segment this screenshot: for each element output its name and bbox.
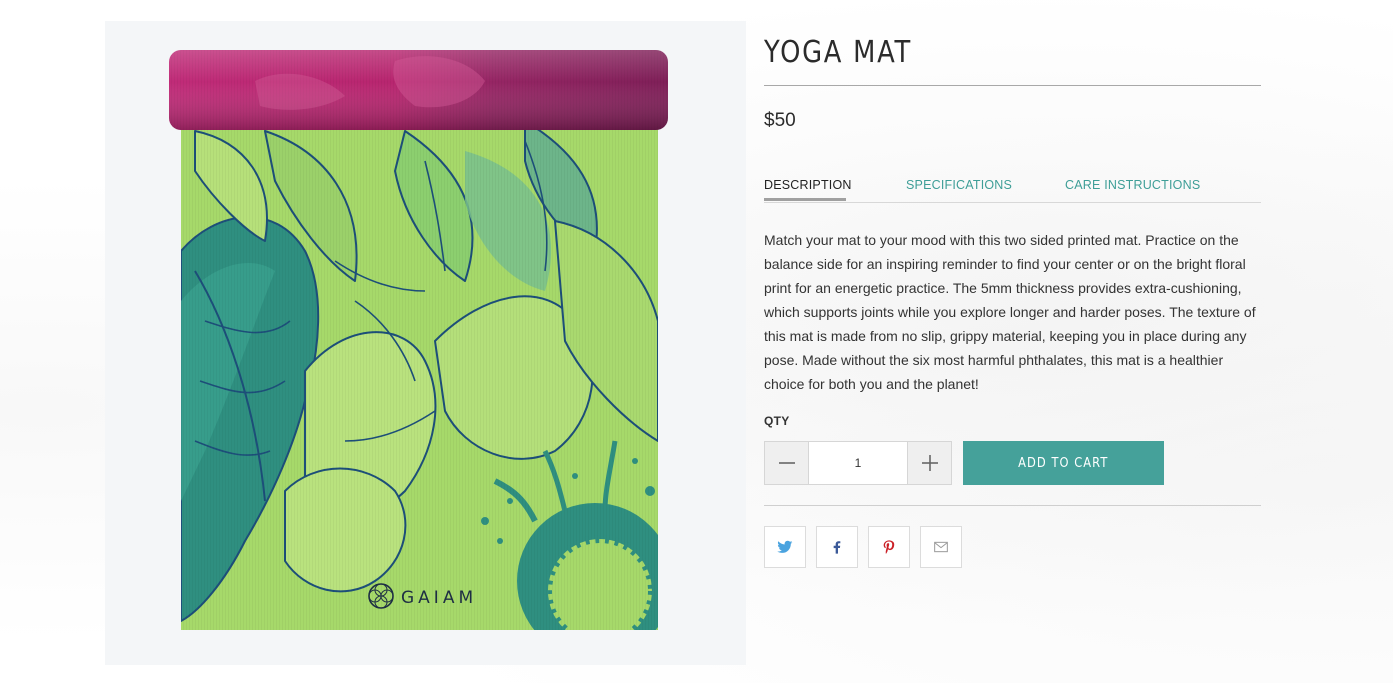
share-email-button[interactable] [920,526,962,568]
email-icon [934,541,948,553]
facebook-icon [833,541,841,554]
quantity-input[interactable] [808,442,908,484]
product-title: YOGA MAT [764,35,912,70]
product-info: YOGA MAT $50 DESCRIPTION SPECIFICATIONS … [764,21,1261,568]
quantity-decrement-button[interactable] [765,442,808,484]
add-to-cart-button[interactable]: ADD TO CART [963,441,1164,485]
cart-divider [764,505,1261,506]
share-pinterest-button[interactable] [868,526,910,568]
product-price: $50 [764,110,796,131]
gaiam-logo-text: GAIAM [401,588,477,608]
tab-specifications[interactable]: SPECIFICATIONS [906,178,1012,192]
plus-icon [921,455,938,471]
pinterest-icon [883,540,895,554]
quantity-stepper [764,441,952,485]
product-description: Match your mat to your mood with this tw… [764,232,1256,392]
quantity-label: QTY [764,414,790,428]
product-tabs: DESCRIPTION SPECIFICATIONS CARE INSTRUCT… [764,176,1261,203]
add-to-cart-label: ADD TO CART [1018,455,1109,471]
share-twitter-button[interactable] [764,526,806,568]
minus-icon [778,462,795,464]
tab-description[interactable]: DESCRIPTION [764,178,852,192]
title-divider [764,85,1261,86]
share-buttons [764,526,962,568]
share-facebook-button[interactable] [816,526,858,568]
tab-care-instructions[interactable]: CARE INSTRUCTIONS [1065,178,1200,192]
twitter-icon [777,540,793,553]
product-image[interactable]: GAIAM [105,21,746,665]
quantity-increment-button[interactable] [908,442,951,484]
active-tab-indicator [764,198,846,201]
